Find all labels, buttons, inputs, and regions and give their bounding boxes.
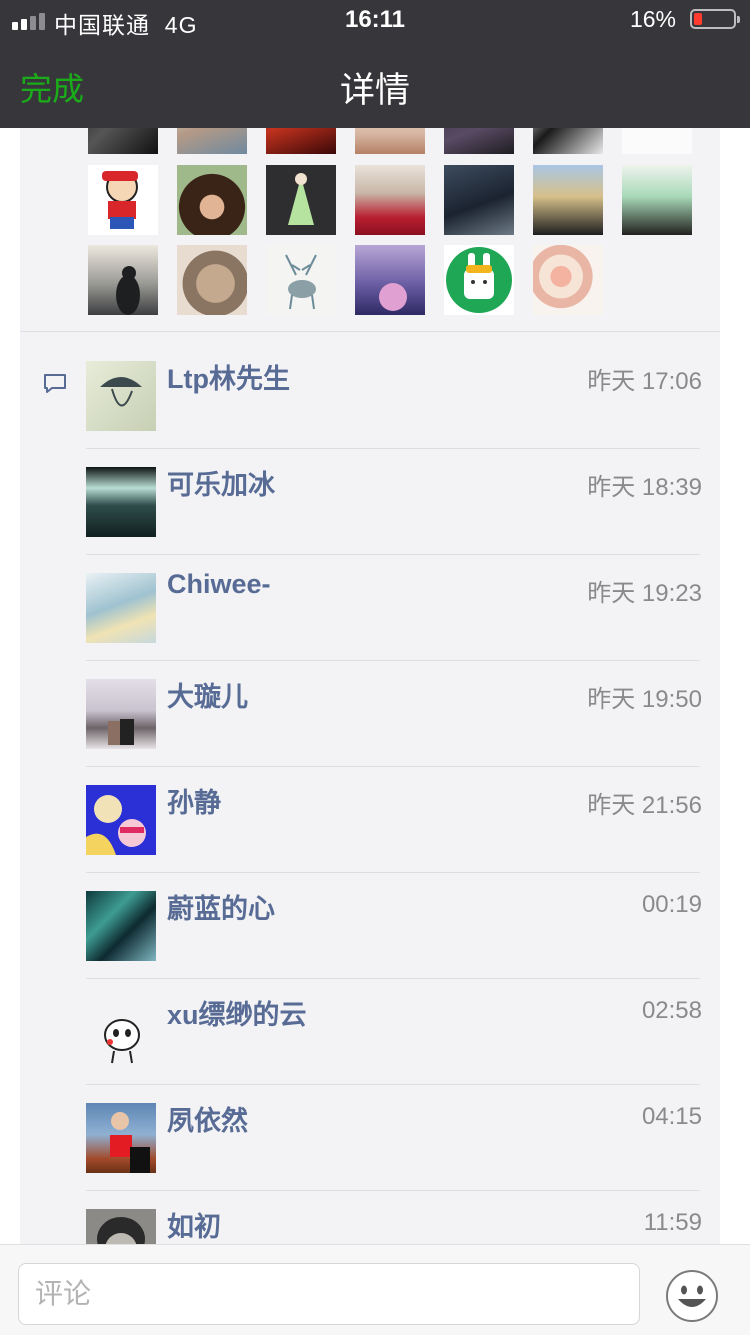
like-avatar[interactable]: [444, 245, 514, 315]
sketch-hat-icon: [100, 377, 142, 407]
like-avatar[interactable]: [88, 165, 158, 235]
commenter-avatar[interactable]: [86, 679, 156, 749]
commenter-avatar[interactable]: [86, 361, 156, 431]
commenter-name[interactable]: 蔚蓝的心: [167, 887, 275, 926]
top-bar: 中国联通 4G 16:11 16% 完成 详情: [0, 0, 750, 128]
battery-percent: 16%: [629, 6, 676, 32]
commenter-name[interactable]: Ltp林先生: [167, 357, 290, 396]
comment-row[interactable]: 如初 11:59: [20, 1191, 720, 1244]
commenter-name[interactable]: Chiwee-: [167, 569, 271, 600]
comment-row[interactable]: xu缥缈的云 02:58: [20, 979, 720, 1085]
page-title: 详情: [339, 71, 410, 110]
like-avatar[interactable]: [355, 128, 425, 154]
commenter-name[interactable]: 孙静: [167, 781, 221, 820]
like-avatar[interactable]: [177, 165, 247, 235]
detail-panel: Ltp林先生 昨天 17:06 可乐加冰 昨天 18:39 Chiwee- 昨天…: [20, 128, 720, 1244]
comment-row[interactable]: 蔚蓝的心 00:19: [20, 873, 720, 979]
like-avatar[interactable]: [177, 128, 247, 154]
commenter-avatar[interactable]: [86, 997, 156, 1067]
comment-time: 11:59: [643, 1209, 702, 1236]
commenter-name[interactable]: xu缥缈的云: [167, 993, 307, 1032]
comment-time: 02:58: [641, 997, 702, 1024]
comment-time: 04:15: [641, 1103, 702, 1130]
deer-icon: [285, 254, 317, 310]
panda-cartoon-icon: [104, 1019, 140, 1064]
comment-time: 昨天 17:06: [587, 368, 702, 395]
like-avatar[interactable]: [88, 128, 158, 154]
comment-time: 昨天 18:39: [587, 474, 702, 501]
comment-row[interactable]: Ltp林先生 昨天 17:06: [20, 343, 720, 449]
comment-time: 昨天 21:56: [587, 792, 702, 819]
like-avatar[interactable]: [355, 165, 425, 235]
like-avatar[interactable]: [533, 245, 603, 315]
like-avatar[interactable]: [444, 128, 514, 154]
comment-row[interactable]: Chiwee- 昨天 19:23: [20, 555, 720, 661]
commenter-avatar[interactable]: [86, 891, 156, 961]
comment-row[interactable]: 大璇儿 昨天 19:50: [20, 661, 720, 767]
likes-section: [20, 128, 720, 332]
status-bar: 中国联通 4G 16:11 16%: [0, 0, 750, 40]
commenter-avatar[interactable]: [86, 467, 156, 537]
like-avatar[interactable]: [533, 165, 603, 235]
comment-row[interactable]: 孙静 昨天 21:56: [20, 767, 720, 873]
comment-input[interactable]: [18, 1263, 640, 1325]
comment-time: 00:19: [641, 891, 702, 918]
like-avatar[interactable]: [88, 245, 158, 315]
commenter-avatar[interactable]: [86, 1209, 156, 1244]
like-avatar[interactable]: [266, 165, 336, 235]
rabbit-badge-icon: [446, 247, 512, 313]
commenter-avatar[interactable]: [86, 1103, 156, 1173]
comment-row[interactable]: 可乐加冰 昨天 18:39: [20, 449, 720, 555]
like-avatar[interactable]: [533, 128, 603, 154]
battery-icon: [690, 9, 740, 29]
like-avatar[interactable]: [266, 245, 336, 315]
comment-bar: [0, 1244, 750, 1335]
crayon-shin-icon: [102, 171, 138, 229]
commenter-name[interactable]: 大璇儿: [167, 675, 248, 714]
comment-time: 昨天 19:50: [587, 686, 702, 713]
commenter-name[interactable]: 如初: [167, 1205, 221, 1244]
like-avatar[interactable]: [622, 165, 692, 235]
pop-art-icon: [86, 795, 146, 855]
commenter-name[interactable]: 可乐加冰: [167, 463, 275, 502]
commenter-name[interactable]: 夙依然: [167, 1099, 248, 1138]
like-avatar[interactable]: [444, 165, 514, 235]
like-avatar[interactable]: [355, 245, 425, 315]
like-avatar[interactable]: [177, 245, 247, 315]
like-avatar[interactable]: [622, 128, 692, 154]
comment-row[interactable]: 夙依然 04:15: [20, 1085, 720, 1191]
commenter-avatar[interactable]: [86, 785, 156, 855]
commenter-avatar[interactable]: [86, 573, 156, 643]
comment-time: 昨天 19:23: [587, 580, 702, 607]
smiley-icon[interactable]: [665, 1269, 719, 1323]
nav-bar: 完成 详情: [0, 40, 750, 128]
like-avatar[interactable]: [266, 128, 336, 154]
